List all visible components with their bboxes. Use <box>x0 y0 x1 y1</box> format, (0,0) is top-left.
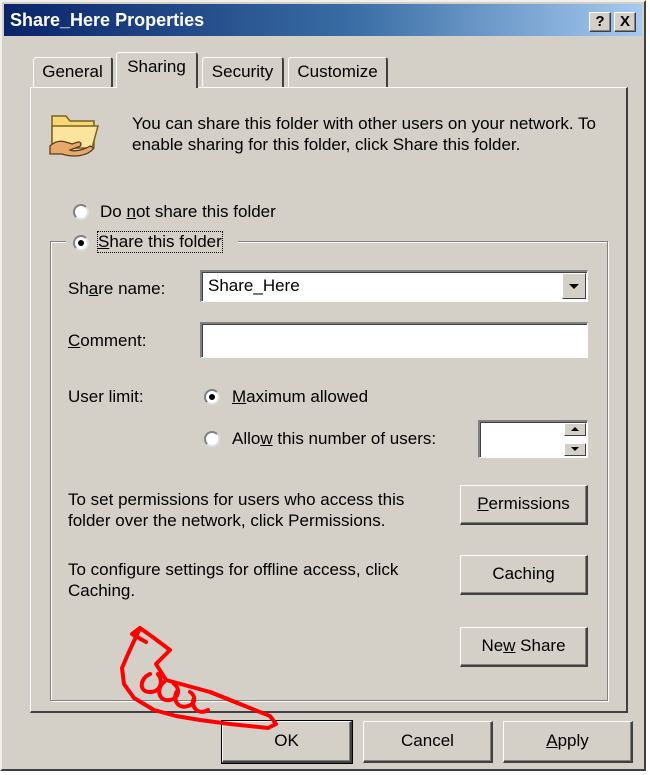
share-name-combobox[interactable]: Share_Here <box>200 270 588 302</box>
mnemonic: n <box>126 202 136 221</box>
mnemonic: a <box>88 279 99 298</box>
tab-sharing-label: Sharing <box>127 57 186 76</box>
new-share-button[interactable]: New Share <box>460 627 588 667</box>
user-count-spinner[interactable] <box>478 420 588 458</box>
do-not-share-radio[interactable] <box>73 204 89 220</box>
user-limit-label: User limit: <box>68 387 144 406</box>
sharing-intro-text: You can share this folder with other use… <box>132 114 596 154</box>
mnemonic: C <box>68 331 81 350</box>
label-part: this number of users: <box>272 429 437 448</box>
mnemonic: A <box>546 731 558 750</box>
share-name-value: Share_Here <box>208 276 300 295</box>
caching-button[interactable]: Caching <box>460 555 588 595</box>
do-not-share-label[interactable]: Do not share this folder <box>100 202 276 222</box>
label-part: ermissions <box>488 494 570 513</box>
spin-down-icon[interactable] <box>564 443 586 456</box>
label-part: ot share this folder <box>135 202 276 221</box>
label-part: aximum allowed <box>246 387 369 406</box>
comment-label: Comment: <box>68 331 146 351</box>
title-bar[interactable]: Share_Here Properties ? X <box>4 4 642 36</box>
maximum-allowed-radio[interactable] <box>204 389 220 405</box>
shared-folder-icon <box>49 115 99 157</box>
close-button[interactable]: X <box>614 12 636 32</box>
chevron-down-icon[interactable] <box>562 273 586 299</box>
share-name-label: Share name: <box>68 279 165 299</box>
spin-up-icon[interactable] <box>564 423 586 436</box>
label-part: re name: <box>98 279 166 298</box>
mnemonic: w <box>260 429 273 448</box>
apply-button[interactable]: Apply <box>503 721 633 763</box>
maximum-allowed-label[interactable]: Maximum allowed <box>232 387 368 407</box>
window-title: Share_Here Properties <box>10 10 205 30</box>
mnemonic: M <box>232 387 247 406</box>
label-part: Allo <box>232 429 261 448</box>
label-part: Do <box>100 202 127 221</box>
label-part: Caching <box>492 564 555 583</box>
share-this-folder-label[interactable]: Share this folder <box>97 231 223 253</box>
label-part: Ne <box>481 636 504 655</box>
mnemonic: P <box>477 494 489 513</box>
comment-field[interactable] <box>200 322 588 358</box>
label-part: omment: <box>80 331 147 350</box>
permissions-text: To set permissions for users who access … <box>68 490 405 530</box>
help-button[interactable]: ? <box>589 12 611 32</box>
pointing-hand-icon <box>120 626 278 730</box>
tab-security[interactable]: Security <box>202 57 284 87</box>
mnemonic: S <box>98 232 110 251</box>
share-this-folder-radio[interactable] <box>73 235 89 251</box>
tab-sharing[interactable]: Sharing <box>116 52 198 88</box>
caching-text: To configure settings for offline access… <box>68 560 399 600</box>
mnemonic: w <box>503 636 516 655</box>
tab-customize[interactable]: Customize <box>288 57 388 87</box>
label-part: Sh <box>68 279 89 298</box>
allow-number-label[interactable]: Allow this number of users: <box>232 429 436 449</box>
label-part: hare this folder <box>109 232 222 251</box>
label-part: pply <box>557 731 589 750</box>
cancel-button[interactable]: Cancel <box>363 721 493 763</box>
tab-general[interactable]: General <box>33 57 113 87</box>
label-part: Share <box>515 636 566 655</box>
allow-number-radio[interactable] <box>204 431 220 447</box>
permissions-button[interactable]: Permissions <box>460 485 588 525</box>
